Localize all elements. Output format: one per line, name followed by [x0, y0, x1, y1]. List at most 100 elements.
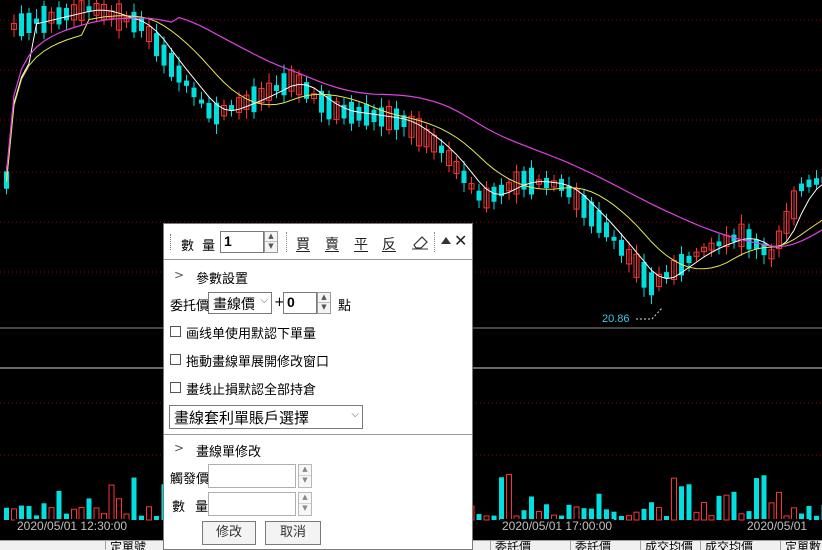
column-header[interactable]: 委託價: [490, 541, 531, 550]
candle-body: [649, 272, 654, 296]
checkbox-label: 画线单使用默認下單量: [186, 327, 317, 342]
candle-body: [206, 102, 212, 119]
candle-body: [716, 241, 722, 247]
column-header[interactable]: 定單號: [105, 541, 146, 550]
stepper-down-icon[interactable]: ▼: [299, 504, 311, 515]
stepper-up-icon[interactable]: ▲: [318, 293, 330, 303]
candle-body: [581, 195, 587, 218]
stop-loss-all-checkbox[interactable]: [170, 382, 181, 393]
account-select[interactable]: 畫線套利單賬戶選擇 ⌵: [169, 405, 363, 429]
panel-toolbar: 數 量 1 ▲ ▼ 買 賣 平 反 ✕: [164, 224, 472, 260]
trigger-price-input[interactable]: [208, 464, 296, 488]
candle-body: [364, 104, 369, 126]
volume-bar: [146, 506, 152, 521]
offset-input[interactable]: 0: [283, 292, 317, 314]
stepper-up-icon[interactable]: ▲: [299, 465, 311, 476]
buy-button[interactable]: 買: [296, 234, 310, 254]
volume-bar: [56, 490, 62, 520]
candle-body: [746, 229, 752, 250]
volume-bar: [491, 515, 497, 520]
drag-handle[interactable]: [170, 234, 172, 250]
modify-qty-input[interactable]: [208, 492, 296, 516]
modify-section-header[interactable]: > 畫線單修改: [164, 437, 472, 461]
volume-bar: [499, 477, 504, 520]
toolbar-separator: [434, 232, 435, 252]
candle-body: [41, 5, 47, 33]
order-price-label: 委托價: [170, 299, 210, 314]
column-header[interactable]: 委託價: [570, 541, 611, 550]
checkbox-label: 拖動畫線單展開修改窗口: [186, 355, 330, 370]
drag-modify-checkbox[interactable]: [170, 354, 181, 365]
volume-bar: [139, 515, 144, 520]
modify-qty-label: 數 量: [172, 500, 212, 515]
collapse-icon[interactable]: [441, 237, 451, 244]
volume-bar: [596, 493, 602, 520]
line-order-panel: 數 量 1 ▲ ▼ 買 賣 平 反 ✕ > 參數設置 委托價 畫線價 ⌵ + 0…: [163, 223, 473, 550]
candle-body: [806, 179, 812, 188]
volume-bar: [506, 473, 512, 521]
eraser-icon[interactable]: [411, 234, 429, 250]
modify-qty-stepper[interactable]: ▲ ▼: [298, 492, 312, 516]
low-price-label: 20.86: [602, 313, 630, 325]
stepper-up-icon[interactable]: ▲: [265, 232, 277, 242]
candle-body: [394, 108, 399, 130]
column-header[interactable]: 成交均價: [700, 541, 753, 550]
candle-body: [251, 86, 257, 113]
points-label: 點: [338, 299, 352, 314]
volume-bar: [738, 513, 745, 521]
volume-bar: [619, 515, 624, 520]
trigger-price-stepper[interactable]: ▲ ▼: [298, 464, 312, 488]
column-header[interactable]: 成交均價: [640, 541, 693, 550]
section-divider: [164, 434, 472, 435]
offset-stepper[interactable]: ▲ ▼: [317, 292, 331, 314]
time-axis-label: 2020/05/01: [745, 519, 810, 533]
volume-bar: [776, 491, 782, 521]
candle-body: [274, 85, 279, 91]
toolbar-separator: [286, 232, 287, 252]
checkbox-label: 畫线止損默認全部持倉: [186, 383, 317, 398]
candle-body: [86, 6, 92, 12]
candle-body: [559, 178, 564, 191]
chevron-right-icon: >: [174, 441, 185, 455]
stepper-up-icon[interactable]: ▲: [299, 493, 311, 504]
volume-bar: [566, 504, 572, 520]
sell-button[interactable]: 賣: [325, 234, 339, 254]
close-icon[interactable]: ✕: [454, 231, 467, 250]
volume-bar: [768, 502, 775, 521]
default-qty-checkbox[interactable]: [170, 326, 181, 337]
volume-bar: [731, 491, 737, 520]
order-price-select[interactable]: 畫線價 ⌵: [208, 292, 272, 314]
column-header[interactable]: 定單數: [780, 541, 821, 550]
candle-body: [26, 12, 32, 34]
volume-bar: [483, 515, 490, 521]
stepper-down-icon[interactable]: ▼: [318, 303, 330, 313]
volume-bar: [649, 502, 654, 520]
stepper-down-icon[interactable]: ▼: [265, 242, 277, 252]
volume-bar: [664, 515, 669, 520]
volume-bar: [86, 498, 92, 520]
candle-body: [281, 73, 287, 96]
volume-bar: [131, 477, 137, 520]
volume-bar: [641, 508, 647, 520]
stepper-down-icon[interactable]: ▼: [299, 476, 311, 487]
trigger-price-label: 觸發價: [170, 472, 210, 487]
candle-body: [176, 65, 182, 83]
param-section-header[interactable]: > 參數設置: [164, 264, 472, 288]
candle-body: [754, 239, 759, 250]
quantity-stepper[interactable]: ▲ ▼: [264, 231, 278, 253]
candle-body: [199, 99, 204, 104]
volume-bar: [4, 507, 9, 520]
candle-body: [349, 101, 354, 124]
quantity-input[interactable]: 1: [220, 231, 264, 253]
volume-bar: [19, 505, 24, 520]
close-position-button[interactable]: 平: [354, 234, 368, 254]
candle-body: [184, 80, 189, 86]
modify-button[interactable]: 修改: [202, 521, 256, 545]
reverse-button[interactable]: 反: [382, 234, 396, 254]
volume-bar: [693, 511, 700, 521]
volume-bar: [754, 478, 759, 520]
chevron-down-icon: ⌵: [260, 295, 268, 306]
volume-bar: [814, 515, 819, 520]
volume-bar: [806, 505, 812, 520]
cancel-button[interactable]: 取消: [265, 521, 321, 545]
